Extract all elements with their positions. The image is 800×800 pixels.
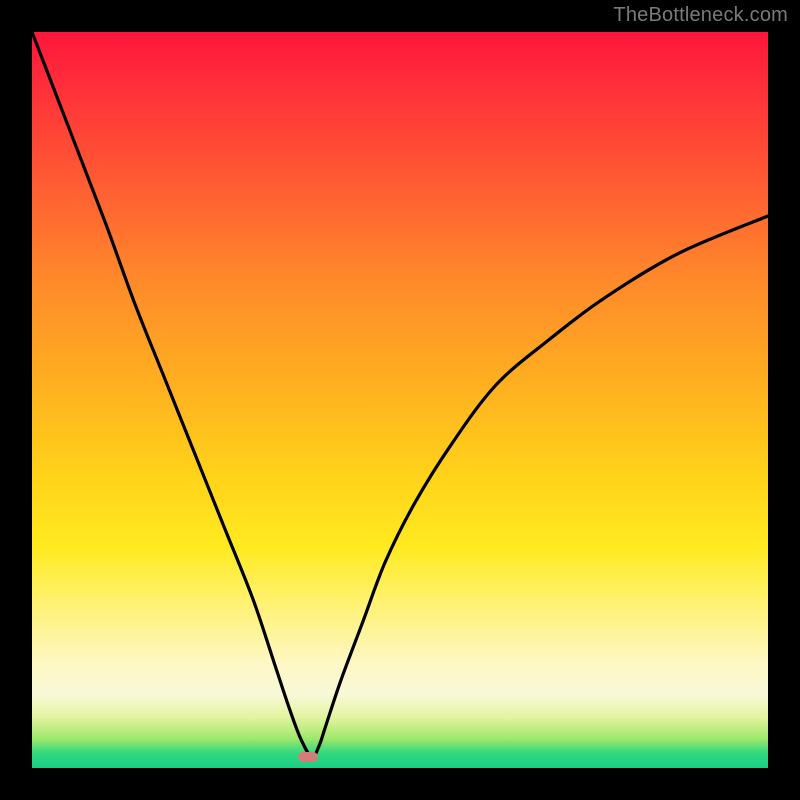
minimum-marker bbox=[298, 752, 318, 762]
watermark-text: TheBottleneck.com bbox=[613, 4, 788, 27]
chart-frame: TheBottleneck.com bbox=[0, 0, 800, 800]
bottleneck-curve bbox=[32, 32, 768, 768]
plot-area bbox=[32, 32, 768, 768]
